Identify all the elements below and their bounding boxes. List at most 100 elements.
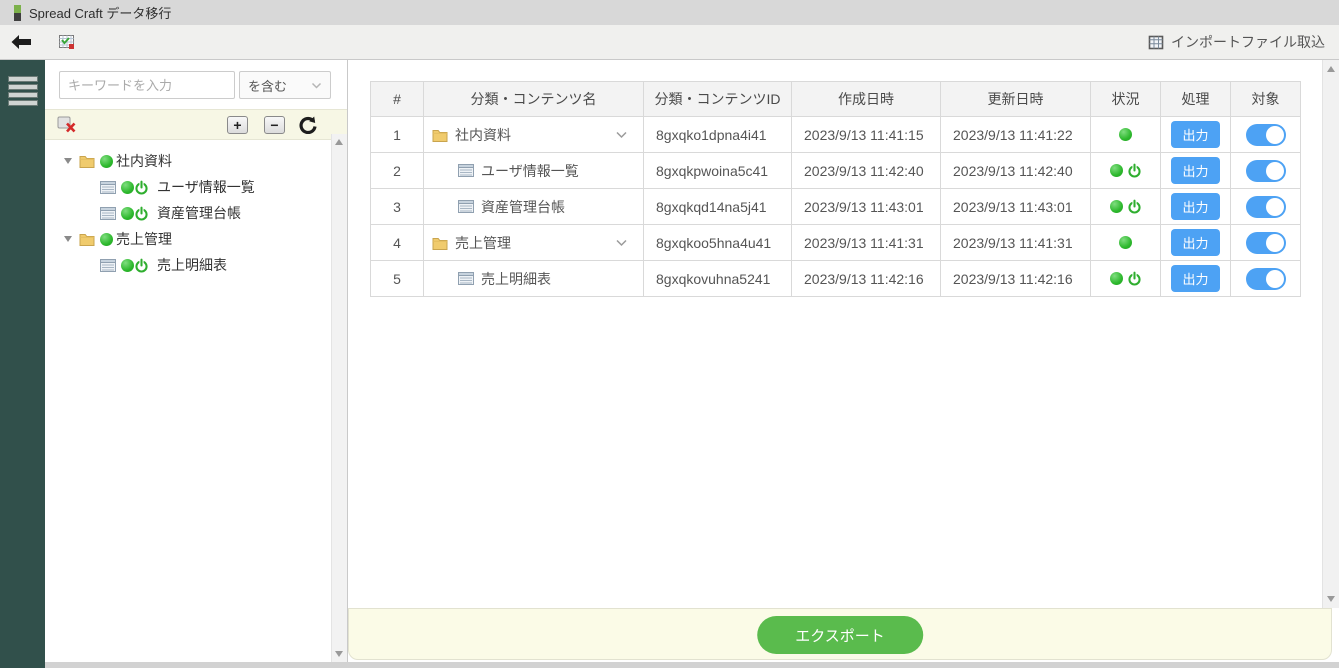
power-icon: [134, 258, 149, 273]
tree-item[interactable]: 売上明細表: [45, 252, 325, 278]
status-active-icon: [1110, 272, 1123, 285]
content-name: 売上明細表: [481, 269, 551, 289]
column-header[interactable]: 状況: [1091, 82, 1161, 117]
menu-icon[interactable]: [8, 76, 38, 106]
content-name: ユーザ情報一覧: [481, 161, 579, 181]
target-cell: [1231, 117, 1301, 153]
created-cell: 2023/9/13 11:42:16: [792, 261, 941, 297]
content-id-cell: 8gxqkpwoina5c41: [644, 153, 792, 189]
scroll-down-icon[interactable]: [335, 651, 343, 657]
target-toggle[interactable]: [1246, 268, 1286, 290]
refresh-icon[interactable]: [299, 116, 317, 134]
target-toggle[interactable]: [1246, 232, 1286, 254]
nav-strip: [0, 60, 45, 668]
expander-icon[interactable]: [64, 158, 72, 164]
expander-icon[interactable]: [64, 236, 72, 242]
export-button[interactable]: エクスポート: [757, 616, 923, 654]
column-header[interactable]: #: [371, 82, 424, 117]
scroll-down-icon[interactable]: [1327, 596, 1335, 602]
status-cell: [1091, 225, 1161, 261]
status-cell: [1091, 117, 1161, 153]
row-number: 5: [371, 261, 424, 297]
target-cell: [1231, 225, 1301, 261]
match-mode-select[interactable]: を含む: [239, 71, 331, 99]
output-button[interactable]: 出力: [1171, 265, 1219, 292]
target-toggle[interactable]: [1246, 160, 1286, 182]
sheet-icon: [100, 259, 116, 272]
sheet-icon: [458, 272, 474, 285]
status-active-icon: [100, 155, 113, 168]
action-cell: 出力: [1161, 153, 1231, 189]
power-icon: [134, 206, 149, 221]
chevron-down-icon[interactable]: [615, 239, 628, 247]
scroll-up-icon[interactable]: [1327, 66, 1335, 72]
output-button[interactable]: 出力: [1171, 121, 1219, 148]
column-header[interactable]: 対象: [1231, 82, 1301, 117]
name-cell[interactable]: ユーザ情報一覧: [424, 153, 644, 189]
tree-item[interactable]: ユーザ情報一覧: [45, 174, 325, 200]
clear-selection-icon[interactable]: [57, 116, 77, 133]
tree-item[interactable]: 社内資料: [45, 148, 325, 174]
target-cell: [1231, 261, 1301, 297]
created-cell: 2023/9/13 11:42:40: [792, 153, 941, 189]
content-name: 資産管理台帳: [481, 197, 565, 217]
toolbar: インポートファイル取込: [0, 25, 1339, 60]
expand-all-button[interactable]: +: [227, 116, 248, 134]
updated-cell: 2023/9/13 11:43:01: [941, 189, 1091, 225]
tree-item[interactable]: 資産管理台帳: [45, 200, 325, 226]
column-header[interactable]: 分類・コンテンツID: [644, 82, 792, 117]
main-panel: #分類・コンテンツ名分類・コンテンツID作成日時更新日時状況処理対象 1社内資料…: [348, 60, 1339, 662]
name-cell[interactable]: 社内資料: [424, 117, 644, 153]
name-cell[interactable]: 資産管理台帳: [424, 189, 644, 225]
column-header[interactable]: 処理: [1161, 82, 1231, 117]
output-button[interactable]: 出力: [1171, 157, 1219, 184]
collapse-all-button[interactable]: −: [264, 116, 285, 134]
tree-item-label: 資産管理台帳: [157, 203, 241, 223]
row-number: 4: [371, 225, 424, 261]
toggle-knob: [1266, 198, 1284, 216]
status-active-icon: [1110, 164, 1123, 177]
sidebar-scrollbar[interactable]: [331, 134, 347, 662]
status-active-icon: [1119, 236, 1132, 249]
name-cell[interactable]: 売上明細表: [424, 261, 644, 297]
match-mode-value: を含む: [248, 76, 287, 95]
output-button[interactable]: 出力: [1171, 193, 1219, 220]
chevron-down-icon: [311, 82, 322, 89]
power-icon: [1127, 199, 1142, 214]
updated-cell: 2023/9/13 11:41:22: [941, 117, 1091, 153]
footer-bar: エクスポート: [348, 608, 1332, 660]
created-cell: 2023/9/13 11:43:01: [792, 189, 941, 225]
back-button[interactable]: [10, 34, 32, 50]
created-cell: 2023/9/13 11:41:31: [792, 225, 941, 261]
sheet-check-icon[interactable]: [58, 34, 76, 50]
output-button[interactable]: 出力: [1171, 229, 1219, 256]
main-scrollbar[interactable]: [1322, 60, 1339, 608]
table-row: 5売上明細表8gxqkovuhna52412023/9/13 11:42:162…: [371, 261, 1301, 297]
column-header[interactable]: 分類・コンテンツ名: [424, 82, 644, 117]
target-toggle[interactable]: [1246, 124, 1286, 146]
horizontal-scrollbar[interactable]: [45, 662, 1339, 668]
search-input[interactable]: [59, 71, 235, 99]
toggle-knob: [1266, 126, 1284, 144]
sheet-icon: [458, 200, 474, 213]
tree-item-label: 社内資料: [116, 151, 172, 171]
toggle-knob: [1266, 234, 1284, 252]
table-row: 4売上管理8gxqkoo5hna4u412023/9/13 11:41:3120…: [371, 225, 1301, 261]
tree-item[interactable]: 売上管理: [45, 226, 325, 252]
power-icon: [1127, 271, 1142, 286]
name-cell[interactable]: 売上管理: [424, 225, 644, 261]
import-file-button[interactable]: インポートファイル取込: [1148, 32, 1325, 52]
status-active-icon: [1110, 200, 1123, 213]
scroll-up-icon[interactable]: [335, 139, 343, 145]
column-header[interactable]: 更新日時: [941, 82, 1091, 117]
content-name: 社内資料: [455, 125, 511, 145]
content-id-cell: 8gxqkovuhna5241: [644, 261, 792, 297]
target-toggle[interactable]: [1246, 196, 1286, 218]
column-header[interactable]: 作成日時: [792, 82, 941, 117]
chevron-down-icon[interactable]: [615, 131, 628, 139]
import-label: インポートファイル取込: [1171, 32, 1325, 52]
status-active-icon: [121, 259, 134, 272]
app-window: Spread Craft データ移行 インポートファイル取込: [0, 0, 1339, 668]
status-active-icon: [121, 207, 134, 220]
table-row: 2ユーザ情報一覧8gxqkpwoina5c412023/9/13 11:42:4…: [371, 153, 1301, 189]
